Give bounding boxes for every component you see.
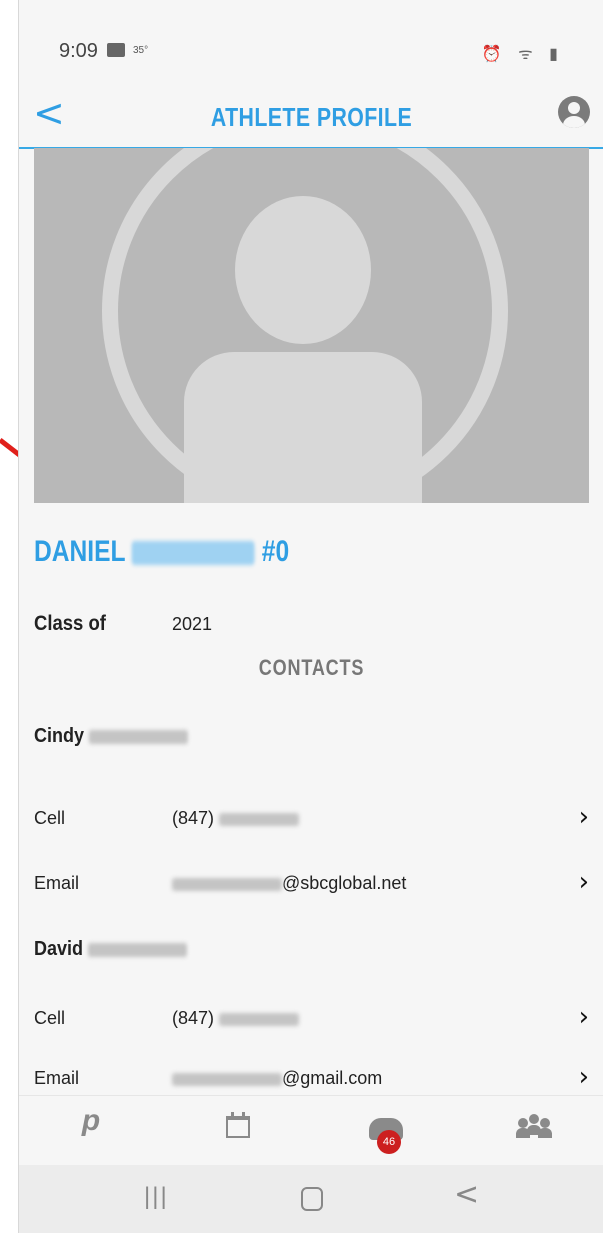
avatar-body <box>184 352 422 503</box>
status-temperature: 35° <box>133 45 149 56</box>
redacted-last-name <box>131 541 255 565</box>
athlete-name: DANIEL #0 <box>34 535 289 569</box>
redacted-phone <box>219 812 300 826</box>
back-button[interactable]: < <box>33 94 65 132</box>
cell-value: (847) <box>172 808 300 829</box>
chevron-right-icon: › <box>578 1062 589 1092</box>
contact-name: Cindy <box>34 725 189 748</box>
class-of-value: 2021 <box>172 614 213 634</box>
cell-label: Cell <box>34 808 66 828</box>
email-domain: @gmail.com <box>282 1068 383 1088</box>
redacted-email-user <box>172 1072 282 1086</box>
home-logo-icon[interactable]: p <box>71 1104 111 1144</box>
contact-cell-row[interactable]: Cell (847) › <box>19 800 603 840</box>
chevron-right-icon: › <box>578 867 589 897</box>
email-value: @sbcglobal.net <box>172 873 406 894</box>
recent-apps-button[interactable]: ||| <box>144 1183 169 1211</box>
phone-screen: 9:09 35° ⏰ ᯤ ▮ < ATHLETE PROFILE DANIEL … <box>18 0 603 1233</box>
cell-area-code: (847) <box>172 808 215 828</box>
cell-label: Cell <box>34 1008 66 1028</box>
status-icons: ⏰ ᯤ ▮ <box>481 46 564 63</box>
athlete-first-name: DANIEL <box>34 535 126 568</box>
team-icon[interactable] <box>514 1108 554 1148</box>
avatar-head <box>235 196 371 344</box>
status-bar: 9:09 35° ⏰ ᯤ ▮ <box>19 0 603 80</box>
system-nav-bar: ||| < <box>19 1165 603 1233</box>
bottom-tab-bar: p 46 <box>19 1095 603 1166</box>
cell-area-code: (847) <box>172 1008 215 1028</box>
page-title: ATHLETE PROFILE <box>210 102 413 132</box>
app-bar: < ATHLETE PROFILE <box>19 80 603 149</box>
home-button[interactable] <box>301 1187 323 1211</box>
contact-first-name: Cindy <box>34 725 85 747</box>
athlete-number: #0 <box>261 535 290 568</box>
email-label: Email <box>34 873 80 893</box>
contact-email-row[interactable]: Email @sbcglobal.net › <box>19 865 603 905</box>
account-icon[interactable] <box>558 96 590 128</box>
contact-name: David <box>34 938 188 961</box>
inbox-icon[interactable]: 46 <box>367 1108 407 1154</box>
contact-first-name: David <box>34 938 84 960</box>
email-domain: @sbcglobal.net <box>282 873 407 893</box>
status-time: 9:09 <box>59 40 98 62</box>
class-of-label: Class of <box>34 612 106 635</box>
cell-value: (847) <box>172 1008 300 1029</box>
redacted-phone <box>219 1012 300 1026</box>
chevron-right-icon: › <box>578 802 589 832</box>
redacted-contact-last-name <box>88 942 188 957</box>
redacted-email-user <box>172 877 282 891</box>
email-label: Email <box>34 1068 80 1088</box>
system-back-button[interactable]: < <box>454 1177 479 1212</box>
redacted-contact-last-name <box>89 729 189 744</box>
gallery-icon <box>107 43 125 57</box>
contacts-heading: CONTACTS <box>258 655 365 680</box>
contact-email-row[interactable]: Email @gmail.com › <box>19 1060 603 1100</box>
calendar-icon[interactable] <box>219 1108 259 1148</box>
athlete-photo-placeholder <box>34 148 589 503</box>
contact-cell-row[interactable]: Cell (847) › <box>19 1000 603 1040</box>
email-value: @gmail.com <box>172 1068 382 1089</box>
chevron-right-icon: › <box>578 1002 589 1032</box>
inbox-badge: 46 <box>377 1130 401 1154</box>
